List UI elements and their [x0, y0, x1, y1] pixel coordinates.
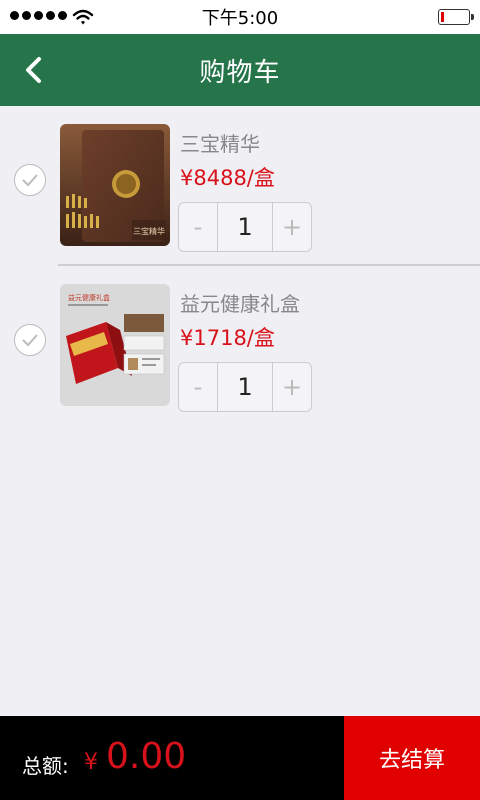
total-amount: 0.00 [106, 736, 187, 777]
battery-icon [438, 9, 474, 25]
product-name[interactable]: 三宝精华 [180, 128, 260, 157]
status-bar: 下午5:00 [0, 0, 480, 34]
select-checkbox[interactable] [14, 324, 46, 356]
product-price: ¥8488/盒 [180, 166, 275, 190]
product-image[interactable]: 三宝精华 [60, 124, 170, 246]
nav-bar: 购物车 [0, 34, 480, 106]
product-name[interactable]: 益元健康礼盒 [180, 288, 300, 317]
total-label: 总额: [22, 754, 69, 778]
image-caption: 益元健康礼盒 [68, 293, 110, 302]
checkout-button[interactable]: 去结算 [344, 716, 480, 800]
image-caption: 三宝精华 [133, 226, 165, 236]
page-title: 购物车 [199, 57, 281, 88]
cart-item: 三宝精华 三宝精华 ¥8488/盒 - 1 + [0, 106, 480, 266]
checkout-bar: 总额: ¥ 0.00 去结算 [0, 716, 480, 800]
total-currency: ¥ [84, 750, 98, 775]
decrease-button[interactable]: - [179, 363, 217, 411]
select-checkbox[interactable] [14, 164, 46, 196]
quantity-value[interactable]: 1 [217, 203, 273, 251]
quantity-stepper: - 1 + [178, 362, 312, 412]
product-image[interactable]: 益元健康礼盒 [60, 284, 170, 406]
red-gift-box-image: 益元健康礼盒 [60, 284, 170, 406]
cart-list: 三宝精华 三宝精华 ¥8488/盒 - 1 + 益元健康礼盒 益元健康礼盒 ¥1… [0, 106, 480, 426]
quantity-value[interactable]: 1 [217, 363, 273, 411]
wifi-icon [72, 9, 94, 25]
checkmark-icon [22, 334, 38, 347]
decrease-button[interactable]: - [179, 203, 217, 251]
cart-item: 益元健康礼盒 益元健康礼盒 ¥1718/盒 - 1 + [0, 266, 480, 426]
wooden-gift-box-image: 三宝精华 [60, 124, 170, 246]
quantity-stepper: - 1 + [178, 202, 312, 252]
checkmark-icon [22, 174, 38, 187]
increase-button[interactable]: + [273, 363, 311, 411]
status-time: 下午5:00 [201, 8, 279, 29]
product-price: ¥1718/盒 [180, 326, 275, 350]
chevron-left-icon[interactable] [20, 54, 50, 86]
increase-button[interactable]: + [273, 203, 311, 251]
signal-strength-icon [10, 11, 67, 20]
